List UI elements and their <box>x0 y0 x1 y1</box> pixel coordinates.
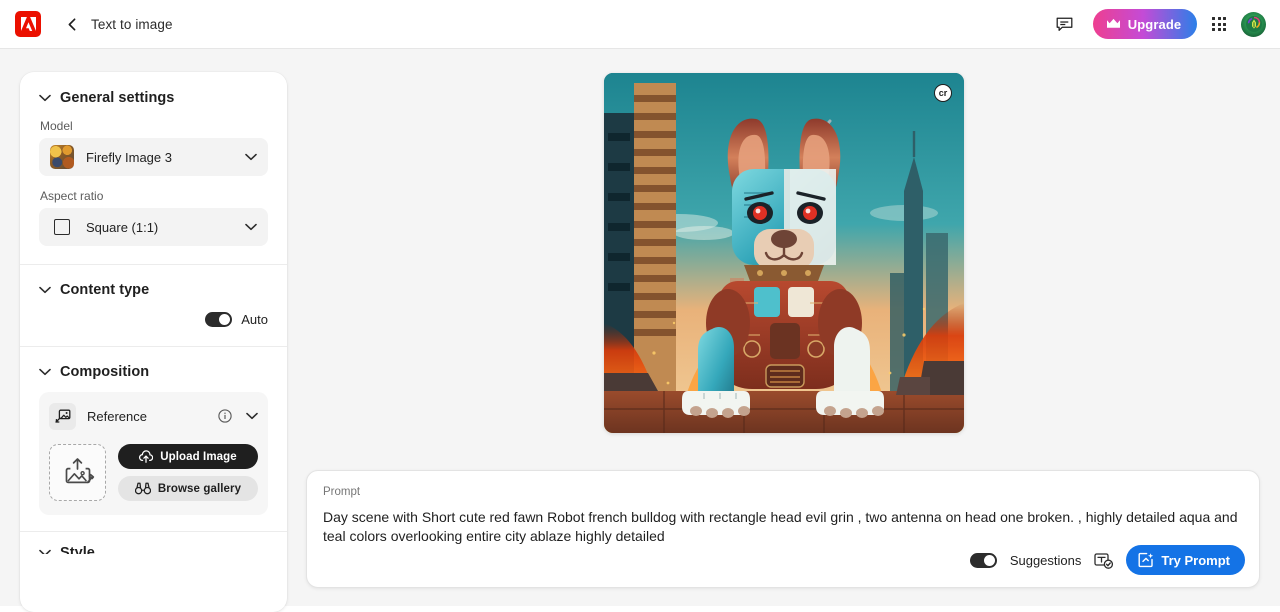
upload-image-placeholder-icon <box>65 457 94 483</box>
settings-sidebar: General settings Model Firefly Image 3 A… <box>20 72 287 612</box>
reference-actions <box>218 409 258 423</box>
chevron-down-icon <box>39 94 51 102</box>
text-check-icon[interactable] <box>1094 552 1114 569</box>
square-icon <box>54 219 70 235</box>
content-type-section: Content type Auto <box>20 265 287 346</box>
prompt-actions: Suggestions Try Prompt <box>969 545 1245 575</box>
try-prompt-label: Try Prompt <box>1161 552 1230 568</box>
avatar[interactable] <box>1241 11 1266 37</box>
suggestions-label: Suggestions <box>1009 552 1082 568</box>
composition-header[interactable]: Composition <box>39 364 268 380</box>
reference-label: Reference <box>87 408 147 424</box>
app-header: Text to image Upgrade <box>0 0 1280 49</box>
header-actions: Upgrade <box>1052 9 1266 39</box>
prompt-bar: Prompt Day scene with Short cute red faw… <box>306 470 1260 588</box>
composition-title: Composition <box>60 364 150 380</box>
auto-toggle[interactable] <box>205 312 233 327</box>
general-settings-section: General settings Model Firefly Image 3 A… <box>20 72 287 264</box>
page-title: Text to image <box>91 16 173 32</box>
toggle-knob <box>983 554 995 566</box>
upload-image-button[interactable]: Upload Image <box>118 444 258 469</box>
content-credentials-badge[interactable]: cr <box>934 84 952 102</box>
upload-image-label: Upload Image <box>160 450 237 463</box>
cloud-upload-icon <box>139 450 154 463</box>
general-settings-title: General settings <box>60 90 175 106</box>
chevron-down-icon <box>39 368 51 376</box>
reference-upload-row: Upload Image Browse gallery <box>49 444 258 501</box>
upgrade-label: Upgrade <box>1127 16 1182 32</box>
chevron-down-icon <box>245 223 257 231</box>
speech-bubble-icon <box>1056 17 1073 31</box>
browse-gallery-label: Browse gallery <box>157 482 242 495</box>
feedback-button[interactable] <box>1052 11 1078 37</box>
model-select[interactable]: Firefly Image 3 <box>39 138 268 176</box>
toggle-knob <box>219 314 231 325</box>
app-grid-icon[interactable] <box>1212 17 1226 31</box>
sparkle-send-icon <box>1138 552 1154 568</box>
crown-icon <box>1106 18 1120 28</box>
model-label: Model <box>40 119 73 133</box>
style-header[interactable]: Style <box>39 545 95 554</box>
adobe-a-icon <box>20 17 36 31</box>
model-value: Firefly Image 3 <box>86 149 172 165</box>
chevron-down-icon[interactable] <box>246 412 258 420</box>
adobe-logo[interactable] <box>15 11 41 37</box>
chevron-down-icon <box>245 153 257 161</box>
content-type-title: Content type <box>60 282 150 298</box>
generated-image <box>604 73 964 433</box>
upgrade-button[interactable]: Upgrade <box>1092 9 1198 39</box>
generated-image-card[interactable]: cr <box>604 73 964 433</box>
binoculars-icon <box>134 482 151 495</box>
auto-toggle-row: Auto <box>39 312 268 327</box>
reference-buttons: Upload Image Browse gallery <box>118 444 258 501</box>
general-settings-header[interactable]: General settings <box>39 90 268 106</box>
chevron-down-icon <box>39 286 51 294</box>
content-type-header[interactable]: Content type <box>39 282 268 298</box>
back-button[interactable] <box>61 13 83 35</box>
model-thumbnail-icon <box>50 145 74 169</box>
reference-card: Reference Upload Image Browse gallery <box>39 392 268 515</box>
composition-section: Composition Reference Upload Image Brows… <box>20 347 287 531</box>
style-title: Style <box>60 545 95 554</box>
browse-gallery-button[interactable]: Browse gallery <box>118 476 258 501</box>
auto-label: Auto <box>241 312 268 327</box>
user-avatar-icon <box>1245 16 1262 32</box>
chevron-left-icon <box>68 17 75 31</box>
chevron-down-icon <box>39 549 51 554</box>
aspect-ratio-select[interactable]: Square (1:1) <box>39 208 268 246</box>
aspect-ratio-value: Square (1:1) <box>86 219 159 235</box>
image-reference-glyph <box>54 409 70 423</box>
info-icon[interactable] <box>218 409 232 423</box>
aspect-ratio-label: Aspect ratio <box>40 189 104 203</box>
upload-dropzone[interactable] <box>49 444 106 501</box>
style-section: Style <box>20 532 287 554</box>
prompt-input[interactable]: Day scene with Short cute red fawn Robot… <box>323 508 1259 546</box>
image-reference-icon <box>49 402 76 430</box>
reference-header: Reference <box>49 401 258 431</box>
try-prompt-button[interactable]: Try Prompt <box>1126 545 1245 575</box>
suggestions-toggle[interactable] <box>969 552 997 568</box>
prompt-label: Prompt <box>323 486 361 498</box>
app-body: General settings Model Firefly Image 3 A… <box>0 49 1280 612</box>
